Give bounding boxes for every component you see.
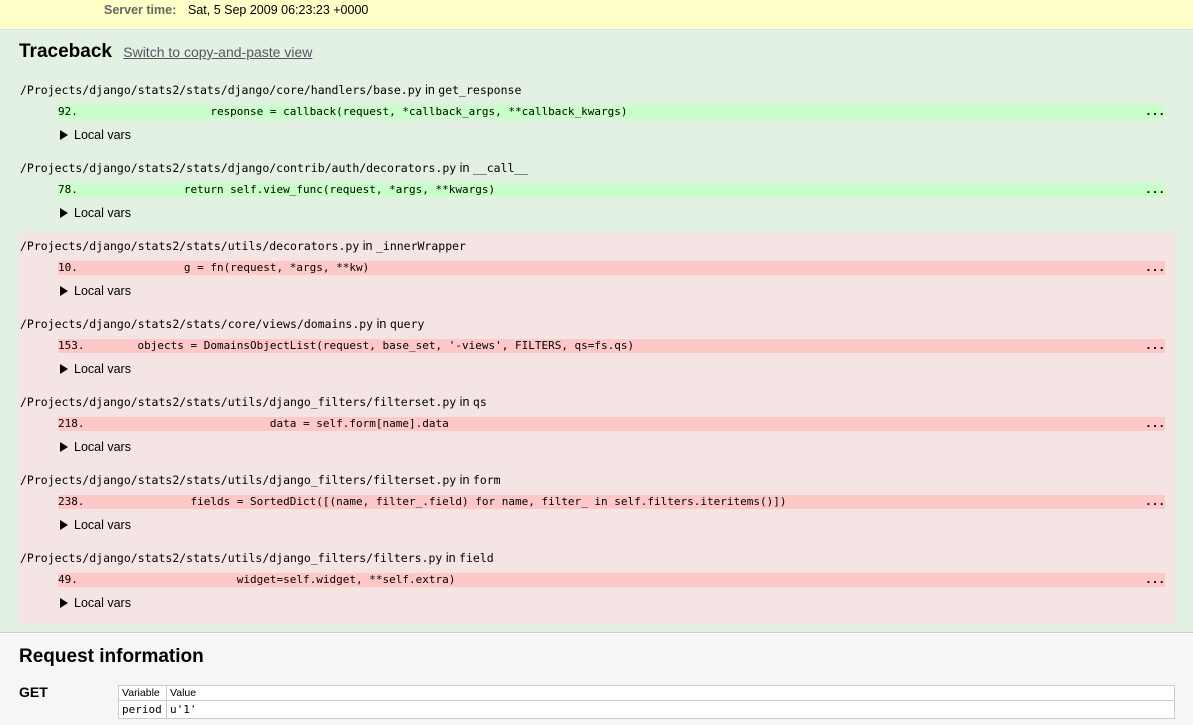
expand-context-dots[interactable]: ... xyxy=(1145,417,1165,431)
context-line[interactable]: 78. return self.view_func(request, *args… xyxy=(58,183,1165,197)
local-vars-toggle[interactable]: Local vars xyxy=(60,284,131,298)
local-vars-toggle[interactable]: Local vars xyxy=(60,128,131,142)
switch-copy-paste-link[interactable]: Switch to copy-and-paste view xyxy=(123,44,312,60)
code-text: fields = SortedDict([(name, filter_.fiel… xyxy=(58,495,787,508)
disclosure-triangle-icon xyxy=(60,286,68,296)
context-line[interactable]: 218. data = self.form[name].data... xyxy=(58,417,1165,431)
code-text: objects = DomainsObjectList(request, bas… xyxy=(58,339,635,352)
local-vars-toggle[interactable]: Local vars xyxy=(60,518,131,532)
frame-in: in xyxy=(425,83,435,97)
expand-context-dots[interactable]: ... xyxy=(1145,573,1165,587)
local-vars-label: Local vars xyxy=(74,596,131,610)
expand-context-dots[interactable]: ... xyxy=(1145,495,1165,509)
frame-file: /Projects/django/stats2/stats/django/con… xyxy=(20,161,457,175)
frame-user: /Projects/django/stats2/stats/core/views… xyxy=(18,310,1176,388)
frame-header: /Projects/django/stats2/stats/django/con… xyxy=(20,161,528,175)
expand-context-dots[interactable]: ... xyxy=(1145,261,1165,275)
frame-user: /Projects/django/stats2/stats/utils/djan… xyxy=(18,388,1176,466)
frame-function: _innerWrapper xyxy=(375,239,466,253)
local-vars-label: Local vars xyxy=(74,206,131,220)
traceback-section: Traceback Switch to copy-and-paste view … xyxy=(0,30,1193,633)
frame-in: in xyxy=(362,239,373,253)
traceback-heading: Traceback xyxy=(19,41,112,62)
local-vars-label: Local vars xyxy=(74,518,131,532)
context-line[interactable]: 153. objects = DomainsObjectList(request… xyxy=(58,339,1165,353)
frame-file: /Projects/django/stats2/stats/core/views… xyxy=(20,317,374,331)
frame-function: form xyxy=(472,473,501,487)
code-text: return self.view_func(request, *args, **… xyxy=(58,183,496,196)
context-line[interactable]: 10. g = fn(request, *args, **kw)... xyxy=(58,261,1165,275)
frame-user: /Projects/django/stats2/stats/utils/deco… xyxy=(18,232,1176,310)
context-line[interactable]: 92. response = callback(request, *callba… xyxy=(58,105,1165,119)
get-params-table: Variable Value period u'1' xyxy=(118,685,1175,719)
frame-header: /Projects/django/stats2/stats/utils/djan… xyxy=(20,473,501,487)
frame-file: /Projects/django/stats2/stats/utils/djan… xyxy=(20,395,457,409)
frame-function: query xyxy=(389,317,425,331)
frame-file: /Projects/django/stats2/stats/utils/deco… xyxy=(20,239,360,253)
column-header-value: Value xyxy=(166,685,1175,701)
frame-function: qs xyxy=(472,395,487,409)
frame-header: /Projects/django/stats2/stats/utils/djan… xyxy=(20,395,487,409)
frame-file: /Projects/django/stats2/stats/utils/djan… xyxy=(20,473,457,487)
frame-in: in xyxy=(376,317,387,331)
frame-header: /Projects/django/stats2/stats/utils/djan… xyxy=(20,551,494,565)
frame-function: get_response xyxy=(438,83,522,97)
local-vars-label: Local vars xyxy=(74,362,131,376)
frame-user: /Projects/django/stats2/stats/utils/djan… xyxy=(18,544,1176,624)
context-line[interactable]: 49. widget=self.widget, **self.extra)... xyxy=(58,573,1165,587)
disclosure-triangle-icon xyxy=(60,130,68,140)
frame: /Projects/django/stats2/stats/django/cor… xyxy=(18,76,1176,154)
local-vars-toggle[interactable]: Local vars xyxy=(60,440,131,454)
code-text: widget=self.widget, **self.extra) xyxy=(58,573,456,586)
value-cell: u'1' xyxy=(166,700,1175,719)
request-info-section: Request information GET Variable Value p… xyxy=(0,634,1193,725)
frame-user: /Projects/django/stats2/stats/utils/djan… xyxy=(18,466,1176,544)
code-text: g = fn(request, *args, **kw) xyxy=(58,261,370,274)
disclosure-triangle-icon xyxy=(60,598,68,608)
code-text: response = callback(request, *callback_a… xyxy=(58,105,628,118)
disclosure-triangle-icon xyxy=(60,364,68,374)
frame: /Projects/django/stats2/stats/django/con… xyxy=(18,154,1176,232)
column-header-variable: Variable xyxy=(118,685,167,701)
disclosure-triangle-icon xyxy=(60,520,68,530)
request-info-title: Request information xyxy=(19,646,204,667)
code-text: data = self.form[name].data xyxy=(58,417,449,430)
frame-file: /Projects/django/stats2/stats/django/cor… xyxy=(20,83,422,97)
frame-header: /Projects/django/stats2/stats/core/views… xyxy=(20,317,424,331)
frame-in: in xyxy=(445,551,456,565)
disclosure-triangle-icon xyxy=(60,208,68,218)
expand-context-dots[interactable]: ... xyxy=(1145,183,1165,197)
local-vars-toggle[interactable]: Local vars xyxy=(60,362,131,376)
traceback-title: Traceback Switch to copy-and-paste view xyxy=(19,41,312,63)
variable-cell: period xyxy=(118,700,167,719)
frame-in: in xyxy=(459,473,470,487)
expand-context-dots[interactable]: ... xyxy=(1145,105,1165,119)
frame-function: __call__ xyxy=(472,161,529,175)
frame-header: /Projects/django/stats2/stats/utils/deco… xyxy=(20,239,466,253)
frame-in: in xyxy=(459,161,470,175)
summary-bar: Server time: Sat, 5 Sep 2009 06:23:23 +0… xyxy=(0,0,1193,30)
frame-in: in xyxy=(459,395,470,409)
context-line[interactable]: 238. fields = SortedDict([(name, filter_… xyxy=(58,495,1165,509)
local-vars-label: Local vars xyxy=(74,128,131,142)
frame-file: /Projects/django/stats2/stats/utils/djan… xyxy=(20,551,443,565)
table-header-row: Variable Value xyxy=(118,685,1175,701)
frame-header: /Projects/django/stats2/stats/django/cor… xyxy=(20,83,521,97)
frame-function: field xyxy=(459,551,494,565)
local-vars-label: Local vars xyxy=(74,440,131,454)
table-row: period u'1' xyxy=(118,700,1175,719)
local-vars-toggle[interactable]: Local vars xyxy=(60,596,131,610)
server-time-label: Server time: xyxy=(104,3,177,17)
local-vars-label: Local vars xyxy=(74,284,131,298)
expand-context-dots[interactable]: ... xyxy=(1145,339,1165,353)
get-heading: GET xyxy=(19,684,48,700)
server-time-value: Sat, 5 Sep 2009 06:23:23 +0000 xyxy=(188,3,369,17)
disclosure-triangle-icon xyxy=(60,442,68,452)
local-vars-toggle[interactable]: Local vars xyxy=(60,206,131,220)
